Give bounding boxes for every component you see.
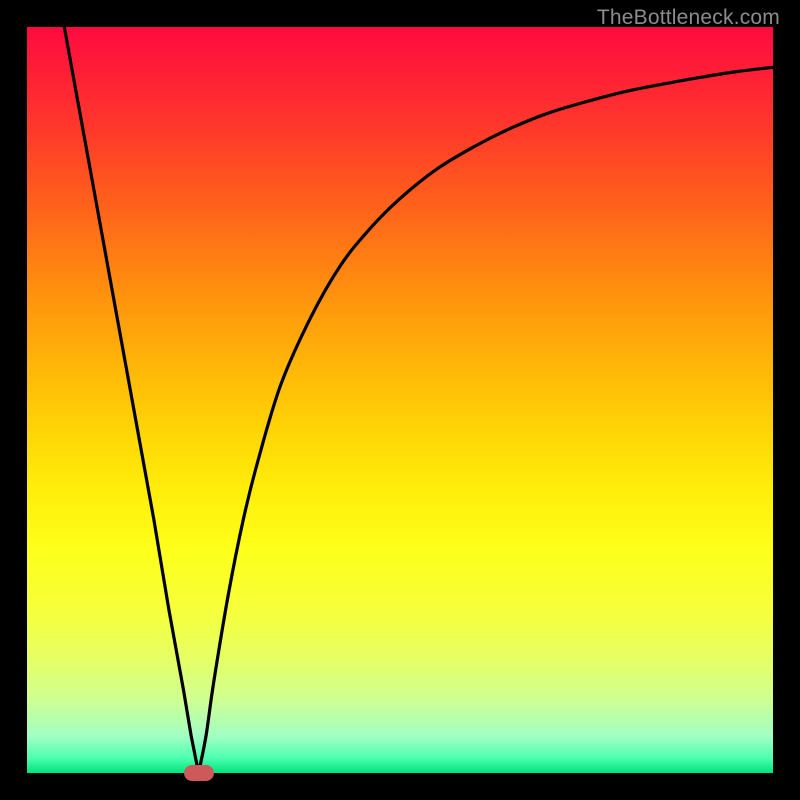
- minimum-marker: [184, 765, 214, 781]
- chart-frame: TheBottleneck.com: [0, 0, 800, 800]
- plot-area: [27, 27, 773, 773]
- bottleneck-curve: [27, 27, 773, 773]
- watermark-text: TheBottleneck.com: [597, 6, 780, 30]
